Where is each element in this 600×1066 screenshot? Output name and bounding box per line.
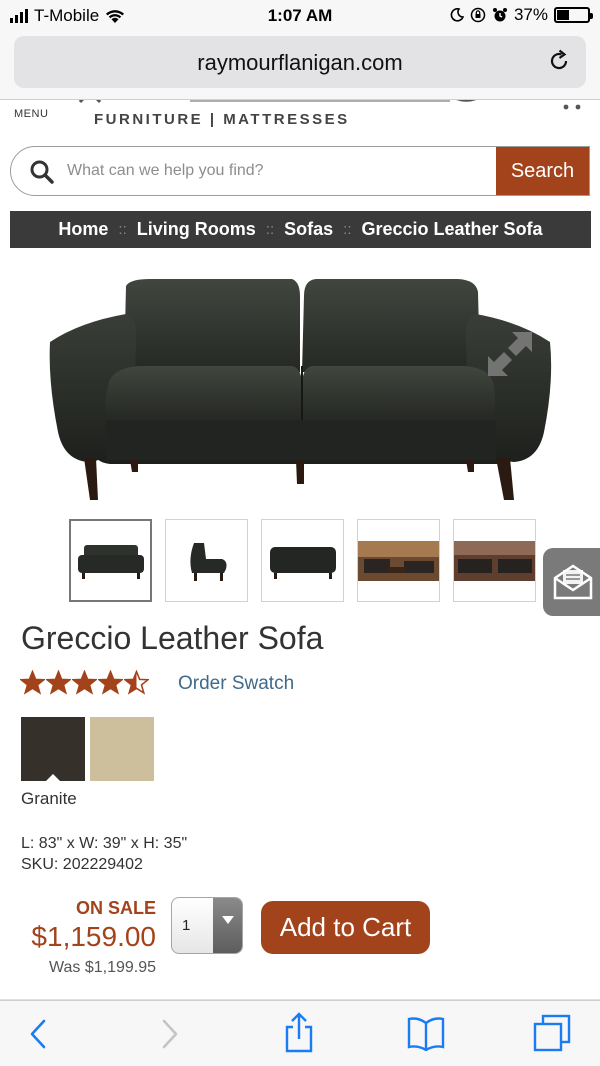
rating-stars[interactable] [20,670,149,695]
room-scene-thumbnail [358,540,439,581]
breadcrumb-separator: :: [343,221,352,238]
site-header: MENU FURNITURE | MATTRESSES [0,100,600,140]
menu-button[interactable]: MENU [14,108,48,120]
star-icon [46,670,71,695]
browser-toolbar [0,1000,600,1066]
sofa-back-thumbnail [269,546,336,579]
moon-icon [450,8,464,22]
expand-image-icon[interactable] [482,326,538,382]
rotation-lock-icon [470,7,486,23]
breadcrumb-separator: :: [118,221,127,238]
product-main-image[interactable] [40,262,560,512]
status-right: 37% [450,5,593,25]
thumbnail-sofa-back[interactable] [261,519,344,602]
selected-swatch-name: Granite [21,789,77,808]
product-sku: SKU: 202229402 [21,856,143,873]
battery-percent: 37% [513,5,548,24]
status-bar: T-Mobile 1:07 AM 37% [0,0,600,32]
quantity-value: 1 [182,917,191,934]
breadcrumb-home[interactable]: Home [58,219,108,240]
logo-tagline: FURNITURE | MATTRESSES [94,111,350,128]
thumbnail-room-scene[interactable] [357,519,440,602]
alarm-icon [492,8,507,22]
address-bar[interactable]: raymourflanigan.com [14,36,586,88]
sale-badge: ON SALE [75,898,156,918]
bookmarks-icon[interactable] [406,1015,446,1051]
quantity-select[interactable]: 1 [171,897,243,954]
order-swatch-link[interactable]: Order Swatch [178,673,294,695]
browser-chrome: raymourflanigan.com [0,32,600,100]
product-specs: L: 83" x W: 39" x H: 35" SKU: 202229402 [21,833,187,875]
logo-partial[interactable] [70,100,550,104]
star-icon [20,670,45,695]
search-input[interactable] [67,147,497,195]
sofa-side-thumbnail [189,542,226,581]
add-to-cart-button[interactable]: Add to Cart [261,901,430,954]
thumbnail-sofa-front[interactable] [69,519,152,602]
room-scene-2-thumbnail [454,540,535,581]
chevron-down-icon [213,898,242,953]
feedback-tab[interactable] [543,548,600,616]
breadcrumb-living-rooms[interactable]: Living Rooms [137,219,256,240]
breadcrumb-separator: :: [265,221,275,238]
share-icon[interactable] [282,1011,316,1053]
product-title: Greccio Leather Sofa [21,620,324,656]
thumbnail-sofa-side[interactable] [165,519,248,602]
sale-price: $1,159.00 [31,921,156,952]
cart-icon[interactable] [556,100,586,114]
url-text[interactable]: raymourflanigan.com [14,50,586,76]
thumbnail-room-scene-2[interactable] [453,519,536,602]
was-price: Was $1,199.95 [48,959,156,976]
search-button[interactable]: Search [496,147,589,195]
back-icon[interactable] [26,1017,50,1051]
tabs-icon[interactable] [532,1013,572,1053]
star-icon [124,670,149,695]
battery-icon [554,7,593,23]
reload-icon[interactable] [546,48,572,74]
thumbnail-strip [69,519,536,602]
swatch-sand[interactable] [90,717,154,781]
product-dimensions: L: 83" x W: 39" x H: 35" [21,835,188,852]
search-icon [30,160,54,184]
breadcrumb-sofas[interactable]: Sofas [284,219,333,240]
search-bar: Search [10,146,590,196]
breadcrumb-current: Greccio Leather Sofa [361,219,543,239]
feedback-envelope-icon [553,564,593,600]
sofa-front-thumbnail [77,544,144,579]
breadcrumb: Home :: Living Rooms :: Sofas :: Greccio… [10,211,591,248]
star-icon [72,670,97,695]
battery-level [557,10,569,20]
swatch-granite[interactable] [21,717,85,782]
forward-icon[interactable] [158,1017,182,1051]
star-icon [98,670,123,695]
